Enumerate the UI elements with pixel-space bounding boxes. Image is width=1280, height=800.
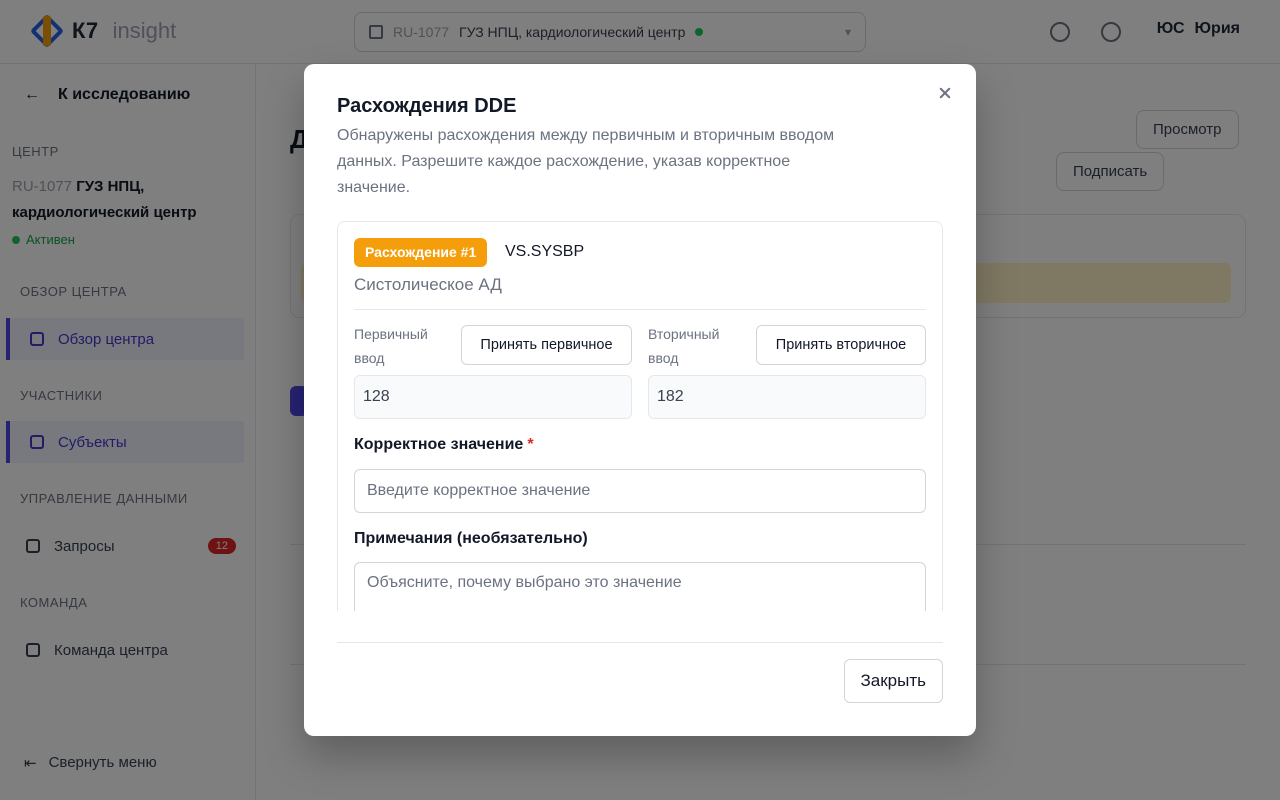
accept-secondary-button[interactable]: Принять вторичное <box>756 325 926 365</box>
discrepancy-card: Расхождение #1 VS.SYSBP Систолическое АД… <box>337 221 943 611</box>
discrepancy-badge: Расхождение #1 <box>354 238 488 267</box>
secondary-entry-label: Вторичный ввод <box>648 326 720 366</box>
variable-code: VS.SYSBP <box>505 243 585 260</box>
accept-primary-button[interactable]: Принять первичное <box>461 325 632 365</box>
required-mark: * <box>527 436 534 453</box>
discrepancy-list[interactable]: Расхождение #1 VS.SYSBP Систолическое АД… <box>337 221 943 611</box>
correct-value-label: Корректное значение * <box>354 436 534 454</box>
footer-divider <box>337 642 943 643</box>
primary-entry-label: Первичный ввод <box>354 326 428 366</box>
close-icon[interactable] <box>936 84 954 102</box>
dde-discrepancies-dialog: Расхождения DDE Обнаружены расхождения м… <box>304 64 976 736</box>
notes-textarea[interactable] <box>354 562 926 611</box>
correct-value-label-text: Корректное значение <box>354 436 524 453</box>
dialog-description: Обнаружены расхождения между первичным и… <box>337 127 835 196</box>
variable-name: Систолическое АД <box>354 275 502 294</box>
secondary-value: 182 <box>648 375 926 419</box>
correct-value-input[interactable] <box>354 469 926 513</box>
close-button[interactable]: Закрыть <box>843 659 943 703</box>
primary-value: 128 <box>354 375 632 419</box>
notes-label: Примечания (необязательно) <box>354 530 588 547</box>
divider <box>354 309 926 310</box>
dialog-title: Расхождения DDE <box>337 95 517 117</box>
